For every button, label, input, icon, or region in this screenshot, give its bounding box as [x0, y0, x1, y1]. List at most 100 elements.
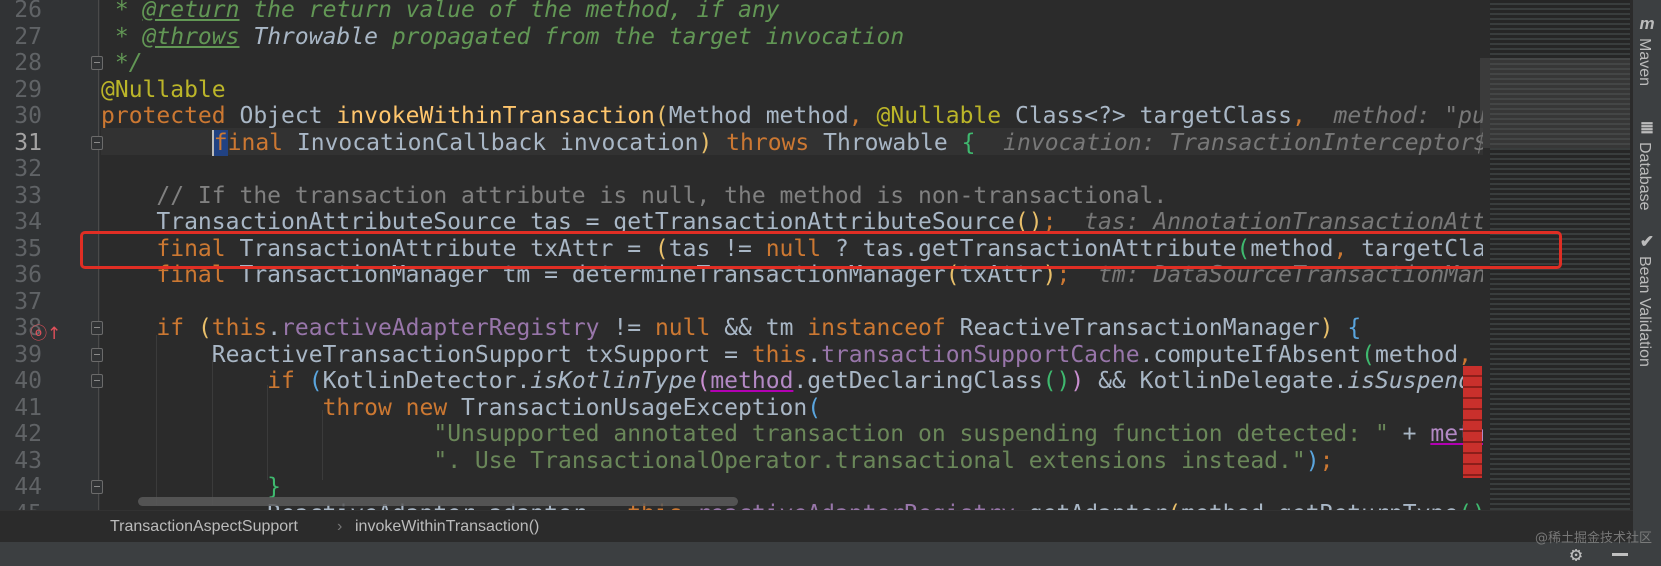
code-token: { [961, 129, 976, 156]
code-token: reactiveAdapterRegistry [281, 315, 600, 341]
code-token: reactiveAdapterRegistry [696, 501, 1015, 511]
line-number: 40 [14, 368, 42, 394]
line-number: 43 [14, 447, 42, 474]
code-token: invocation: TransactionInterceptor$1 [975, 129, 1483, 156]
highlight-annotation-box [80, 231, 1562, 269]
code-token: () [1458, 501, 1483, 511]
code-token: throw new [322, 394, 462, 421]
code-token: ) [1319, 315, 1348, 341]
breadcrumb: TransactionAspectSupport › invokeWithinT… [0, 510, 1633, 543]
fold-toggle-icon[interactable] [91, 135, 103, 150]
line-number: 39 [14, 341, 42, 368]
line-number: 27 [14, 23, 42, 50]
code-token: null [654, 315, 725, 341]
code-token: ) [1070, 368, 1085, 394]
maven-icon: m [1639, 14, 1655, 33]
code-token: @throws [142, 23, 240, 50]
code-line[interactable]: // If the transaction attribute is null,… [101, 183, 1167, 210]
code-token: ) [1305, 447, 1320, 474]
code-line[interactable]: protected Object invokeWithinTransaction… [101, 103, 1483, 130]
code-token: ". Use TransactionalOperator.transaction… [433, 447, 1306, 474]
tool-window-database[interactable]: ≣ Database [1635, 118, 1659, 211]
code-token: this [211, 315, 268, 341]
code-token: ( [197, 315, 212, 341]
tool-window-label: Maven [1636, 38, 1653, 87]
code-line[interactable]: "Unsupported annotated transaction on su… [101, 421, 1483, 448]
code-token: instanceof [807, 315, 960, 341]
error-stripe-markers[interactable] [1463, 366, 1482, 478]
code-line[interactable]: ". Use TransactionalOperator.transaction… [101, 448, 1333, 475]
code-line[interactable]: if (KotlinDetector.isKotlinType(method.g… [101, 368, 1483, 395]
code-token: inal [227, 129, 297, 156]
code-line[interactable]: throw new TransactionUsageException( [101, 394, 822, 422]
line-number: 26 [14, 0, 42, 23]
code-token: . [807, 341, 822, 368]
fold-toggle-icon[interactable] [91, 321, 103, 335]
code-token: .getDeclaringClass [793, 368, 1043, 394]
code-token: "Unsupported annotated transaction on su… [433, 421, 1389, 447]
code-token: && KotlinDelegate. [1084, 368, 1348, 394]
horizontal-scrollbar[interactable] [138, 497, 738, 506]
breadcrumb-method[interactable]: invokeWithinTransaction() [355, 518, 539, 536]
tool-window-bean-validation[interactable]: ✔ Bean Validation [1635, 232, 1659, 367]
override-method-icon[interactable]: ⓞ↑ [30, 319, 61, 344]
code-token: if [156, 315, 198, 341]
line-number: 37 [14, 288, 42, 315]
code-token: throws [726, 129, 824, 156]
tool-window-maven[interactable]: m Maven [1635, 14, 1659, 86]
minimap-viewport[interactable] [1480, 58, 1630, 148]
code-token: , [848, 103, 877, 129]
code-token: { [1347, 315, 1362, 341]
code-token: this [751, 341, 808, 368]
code-token: if [267, 368, 309, 394]
code-line[interactable]: if (this.reactiveAdapterRegistry != null… [101, 315, 1361, 342]
code-line[interactable]: * @throws Throwable propagated from the … [101, 24, 904, 51]
line-number: 36 [14, 262, 42, 288]
code-line[interactable]: ReactiveTransactionSupport txSupport = t… [101, 342, 1483, 369]
code-token: Object [239, 103, 337, 129]
fold-toggle-icon[interactable] [91, 56, 103, 70]
code-token: Class<?> targetClass [1014, 103, 1292, 129]
code-token: + [1388, 421, 1431, 447]
code-token: f [211, 129, 228, 156]
line-number: 45 [0, 501, 42, 511]
code-token: , [1291, 103, 1334, 129]
line-number: 42 [14, 421, 42, 447]
tool-window-label: Database [1636, 142, 1653, 211]
code-token: transactionSupportCache [821, 341, 1140, 368]
code-token: isSuspend [1347, 368, 1472, 394]
code-token: ( [807, 394, 822, 421]
database-icon: ≣ [1639, 118, 1655, 137]
breadcrumb-class[interactable]: TransactionAspectSupport [110, 518, 298, 536]
code-line[interactable]: @Nullable [101, 77, 226, 104]
code-token: the return value of the method, if any [239, 0, 780, 23]
line-number: 44 [14, 474, 42, 500]
line-number: 29 [14, 76, 42, 103]
fold-toggle-icon[interactable] [91, 374, 103, 388]
code-token: ( [308, 368, 323, 394]
fold-toggle-icon[interactable] [91, 347, 103, 362]
code-token: @return [142, 0, 240, 23]
gear-icon[interactable]: ⚙ [1570, 543, 1582, 565]
code-line[interactable]: * @return the return value of the method… [101, 0, 780, 24]
fold-toggle-icon[interactable] [91, 480, 103, 494]
line-number: 28 [14, 50, 42, 76]
right-tool-window-bar: m Maven ≣ Database ✔ Bean Validation [1633, 0, 1661, 542]
line-number: 31 [14, 129, 42, 156]
code-line[interactable]: final InvocationCallback invocation) thr… [101, 129, 1483, 157]
code-token: TransactionUsageException [461, 394, 808, 421]
line-number: 30 [14, 103, 42, 129]
code-line[interactable]: */ [101, 50, 143, 77]
code-token: * [101, 23, 143, 50]
code-token: InvocationCallback invocation [296, 129, 699, 156]
tool-window-label: Bean Validation [1636, 256, 1653, 367]
watermark: @稀土掘金技术社区 [1535, 531, 1653, 546]
minimize-icon[interactable] [1612, 553, 1628, 556]
code-token: ( [1361, 341, 1375, 368]
